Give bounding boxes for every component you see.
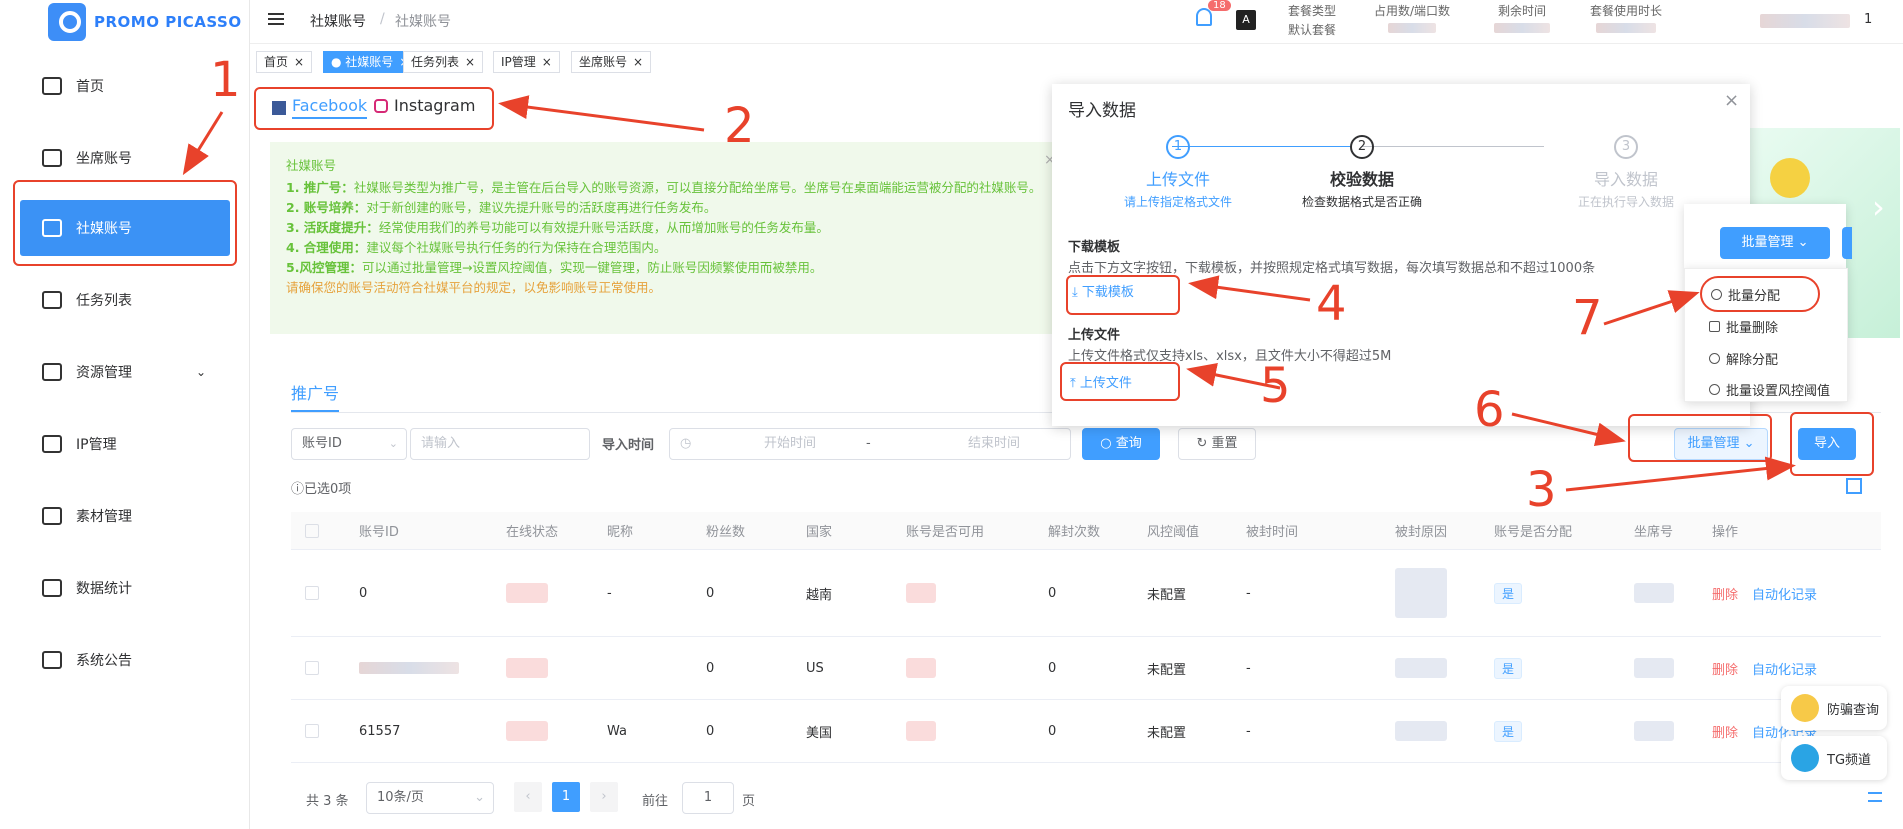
annotation-number-7: 7	[1572, 290, 1603, 346]
annotation-number-3: 3	[1526, 462, 1557, 518]
annotation-arrow-1	[182, 111, 224, 176]
annotation-arrows	[182, 95, 1796, 492]
annotation-number-5: 5	[1260, 358, 1291, 414]
annotation-number-1: 1	[210, 52, 241, 108]
annotation-arrow-6	[1511, 412, 1626, 447]
annotation-number-4: 4	[1316, 276, 1347, 332]
annotation-arrow-2	[498, 95, 705, 132]
annotation-arrow-4	[1188, 275, 1311, 302]
annotation-arrow-3	[1565, 456, 1796, 492]
annotation-arrow-7	[1603, 290, 1700, 326]
annotation-number-6: 6	[1474, 382, 1505, 438]
annotation-number-2: 2	[724, 98, 755, 154]
